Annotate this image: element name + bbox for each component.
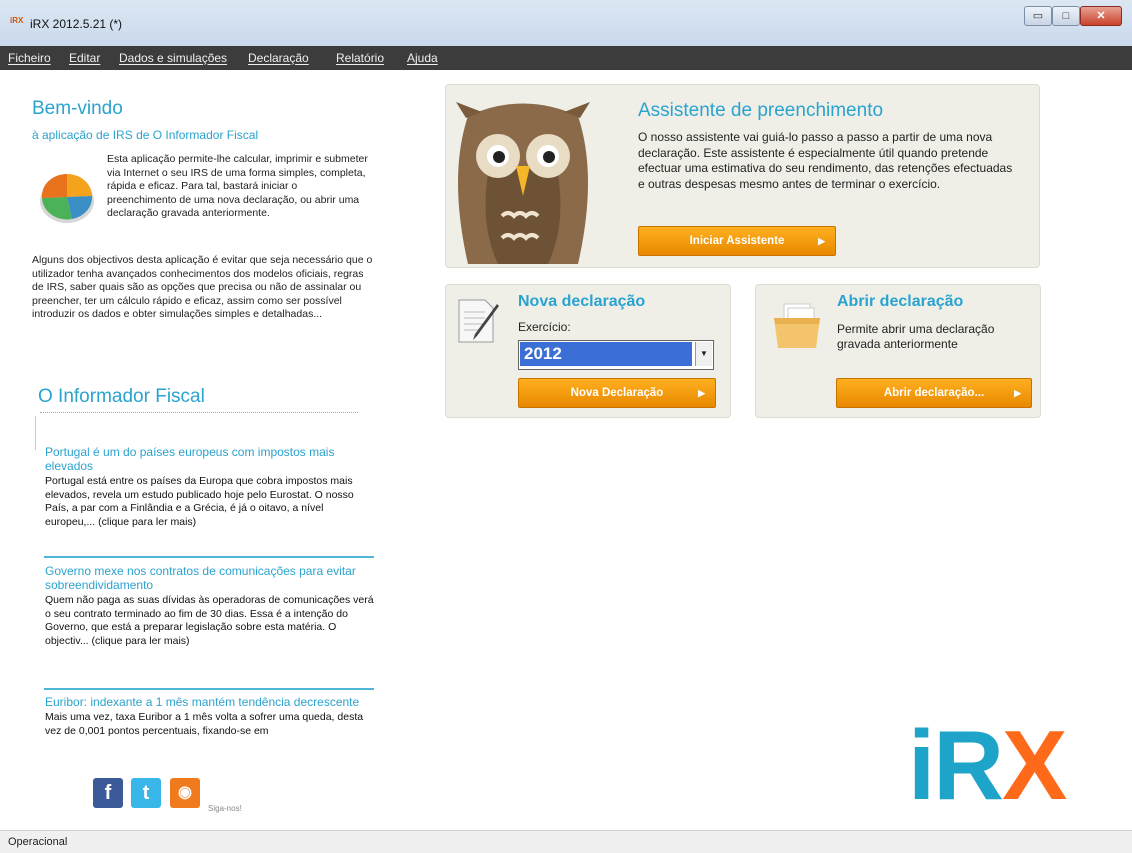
menu-dados[interactable]: Dados e simulações bbox=[119, 51, 227, 65]
menu-bar: Ficheiro Editar Dados e simulações Decla… bbox=[0, 46, 1132, 70]
facebook-icon[interactable]: f bbox=[93, 778, 123, 808]
close-button[interactable]: ✕ bbox=[1080, 6, 1122, 26]
menu-editar[interactable]: Editar bbox=[69, 51, 100, 65]
title-bar: iRX iRX 2012.5.21 (*) ▭ □ ✕ bbox=[0, 0, 1132, 46]
app-icon: iRX bbox=[10, 16, 24, 25]
welcome-paragraph: Alguns dos objectivos desta aplicação é … bbox=[32, 254, 373, 320]
news-body: Portugal está entre os países da Europa … bbox=[45, 475, 354, 528]
news-item[interactable]: Governo mexe nos contratos de comunicaçõ… bbox=[45, 564, 375, 648]
twitter-icon[interactable]: t bbox=[131, 778, 161, 808]
new-declaration-button[interactable]: Nova Declaração ▶ bbox=[518, 378, 716, 408]
window-title: iRX 2012.5.21 (*) bbox=[30, 17, 123, 31]
arrow-right-icon: ▶ bbox=[818, 236, 825, 246]
menu-ajuda[interactable]: Ajuda bbox=[407, 51, 438, 65]
informador-title: O Informador Fiscal bbox=[38, 386, 205, 407]
news-item[interactable]: Euribor: indexante a 1 mês mantém tendên… bbox=[45, 695, 375, 755]
menu-ficheiro[interactable]: Ficheiro bbox=[8, 51, 51, 65]
document-pen-icon bbox=[458, 299, 499, 343]
news-body: Mais uma vez, taxa Euribor a 1 mês volta… bbox=[45, 711, 364, 737]
divider bbox=[44, 556, 374, 558]
open-declaration-button[interactable]: Abrir declaração... ▶ bbox=[836, 378, 1032, 408]
year-value: 2012 bbox=[520, 342, 692, 366]
button-label: Abrir declaração... bbox=[883, 387, 985, 399]
welcome-intro: Esta aplicação permite-lhe calcular, imp… bbox=[107, 153, 368, 219]
rss-icon[interactable]: ◉ bbox=[170, 778, 200, 808]
menu-declaracao[interactable]: Declaração bbox=[248, 51, 309, 65]
news-title[interactable]: Governo mexe nos contratos de comunicaçõ… bbox=[45, 564, 375, 592]
pie-chart-icon bbox=[40, 173, 94, 223]
logo-ir: iR bbox=[908, 710, 1004, 820]
chevron-down-icon[interactable]: ▼ bbox=[695, 342, 712, 366]
minimize-button[interactable]: ▭ bbox=[1024, 6, 1052, 26]
news-title[interactable]: Portugal é um do países europeus com imp… bbox=[45, 445, 375, 473]
status-bar: Operacional bbox=[0, 830, 1132, 853]
button-label: Nova Declaração bbox=[570, 387, 664, 399]
arrow-right-icon: ▶ bbox=[698, 388, 705, 398]
menu-relatorio[interactable]: Relatório bbox=[336, 51, 384, 65]
news-title[interactable]: Euribor: indexante a 1 mês mantém tendên… bbox=[45, 695, 375, 709]
maximize-button[interactable]: □ bbox=[1052, 6, 1080, 26]
open-declaration-text: Permite abrir uma declaração gravada ant… bbox=[837, 322, 995, 351]
divider bbox=[44, 688, 374, 690]
logo-x: X bbox=[1002, 710, 1067, 820]
owl-icon bbox=[456, 102, 590, 264]
arrow-right-icon: ▶ bbox=[1014, 388, 1021, 398]
status-text: Operacional bbox=[8, 836, 68, 848]
welcome-title: Bem-vindo bbox=[32, 98, 123, 119]
divider bbox=[35, 416, 36, 450]
assistant-text: O nosso assistente vai guiá-lo passo a p… bbox=[638, 130, 1013, 191]
social-caption: Siga-nos! bbox=[208, 804, 242, 813]
news-body: Quem não paga as suas dívidas às operado… bbox=[45, 594, 374, 647]
new-declaration-title: Nova declaração bbox=[518, 293, 646, 310]
year-select[interactable]: 2012 ▼ bbox=[518, 340, 714, 370]
news-item[interactable]: Portugal é um do países europeus com imp… bbox=[45, 445, 375, 529]
irx-logo: iRX bbox=[908, 716, 1067, 814]
divider bbox=[40, 412, 358, 413]
exercise-label: Exercício: bbox=[518, 320, 571, 334]
button-label: Iniciar Assistente bbox=[689, 235, 785, 247]
start-assistant-button[interactable]: Iniciar Assistente ▶ bbox=[638, 226, 836, 256]
assistant-title: Assistente de preenchimento bbox=[638, 100, 884, 121]
welcome-subtitle: à aplicação de IRS de O Informador Fisca… bbox=[32, 128, 259, 142]
folder-icon bbox=[774, 303, 820, 348]
open-declaration-title: Abrir declaração bbox=[837, 293, 964, 310]
